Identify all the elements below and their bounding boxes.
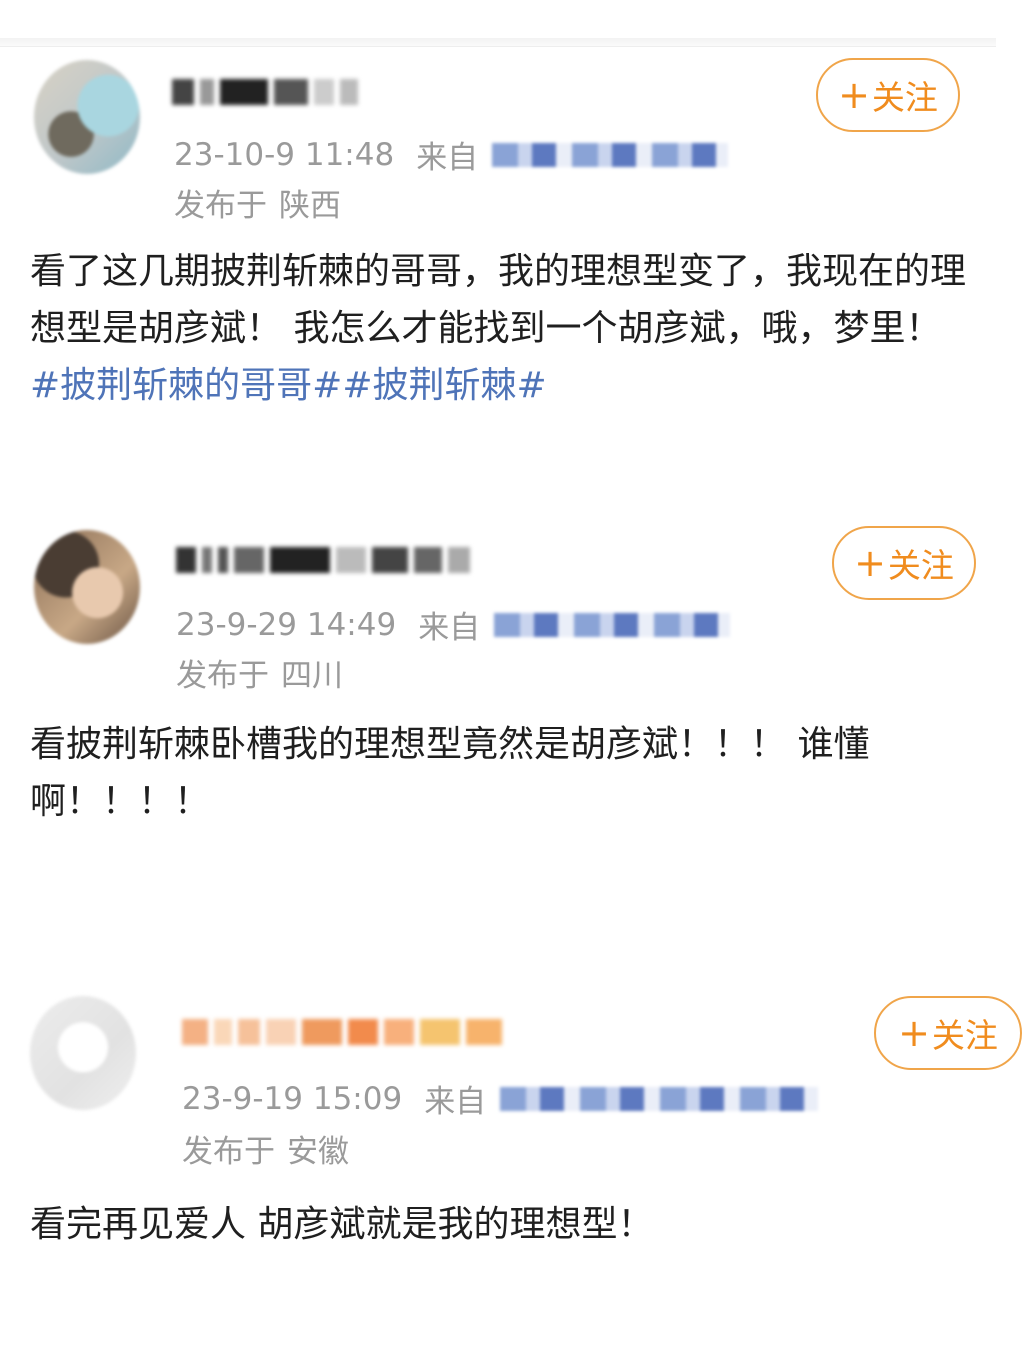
post-time: 23-9-19 15:09 [182,1080,403,1117]
source-device-blurred [500,1086,819,1111]
post-time: 23-10-9 11:48 [174,136,395,173]
plus-icon: + [898,1011,930,1055]
region-value: 四川 [281,658,343,694]
hashtag-link[interactable]: #披荆斩棘# [342,365,546,406]
post-meta: 23-10-9 11:48 来自 [174,132,729,177]
follow-label: 关注 [931,1016,998,1055]
plus-icon: + [838,73,870,117]
region-value: 安徽 [287,1134,349,1170]
post-text: 看完再见爱人 胡彦斌就是我的理想型！ [30,1204,654,1245]
post-meta: 23-9-19 15:09 来自 [182,1076,819,1121]
username-blurred[interactable] [172,72,358,112]
follow-label: 关注 [871,78,938,117]
post-content: 看完再见爱人 胡彦斌就是我的理想型！ [30,1196,980,1253]
region-label: 发布于 [182,1134,275,1170]
post-text: 看披荆斩棘卧槽我的理想型竟然是胡彦斌！！！ 谁懂啊！！！！ [30,724,870,822]
source-device-blurred [492,142,729,167]
follow-label: 关注 [887,546,954,585]
region-value: 陕西 [279,188,341,224]
from-label: 来自 [424,1084,487,1120]
avatar[interactable] [34,60,140,174]
avatar[interactable] [30,996,136,1110]
region-label: 发布于 [176,658,269,694]
post-region: 发布于 四川 [176,650,343,695]
username-blurred[interactable] [176,540,470,580]
hashtag-link[interactable]: #披荆斩棘的哥哥# [30,365,342,406]
region-label: 发布于 [174,188,267,224]
post-meta: 23-9-29 14:49 来自 [176,602,731,647]
post-content: 看了这几期披荆斩棘的哥哥，我的理想型变了，我现在的理想型是胡彦斌！ 我怎么才能找… [30,243,980,414]
post-content: 看披荆斩棘卧槽我的理想型竟然是胡彦斌！！！ 谁懂啊！！！！ [30,716,980,830]
follow-button[interactable]: + 关注 [816,58,960,132]
post-text: 看了这几期披荆斩棘的哥哥，我的理想型变了，我现在的理想型是胡彦斌！ 我怎么才能找… [30,251,967,349]
post-time: 23-9-29 14:49 [176,606,397,643]
post-region: 发布于 陕西 [174,180,341,225]
top-divider [0,38,996,47]
post-region: 发布于 安徽 [182,1126,349,1171]
source-device-blurred [494,612,731,637]
follow-button[interactable]: + 关注 [874,996,1022,1070]
username-blurred[interactable] [182,1012,502,1052]
follow-button[interactable]: + 关注 [832,526,976,600]
from-label: 来自 [416,140,479,176]
from-label: 来自 [418,610,481,646]
avatar[interactable] [34,530,140,644]
plus-icon: + [854,541,886,585]
